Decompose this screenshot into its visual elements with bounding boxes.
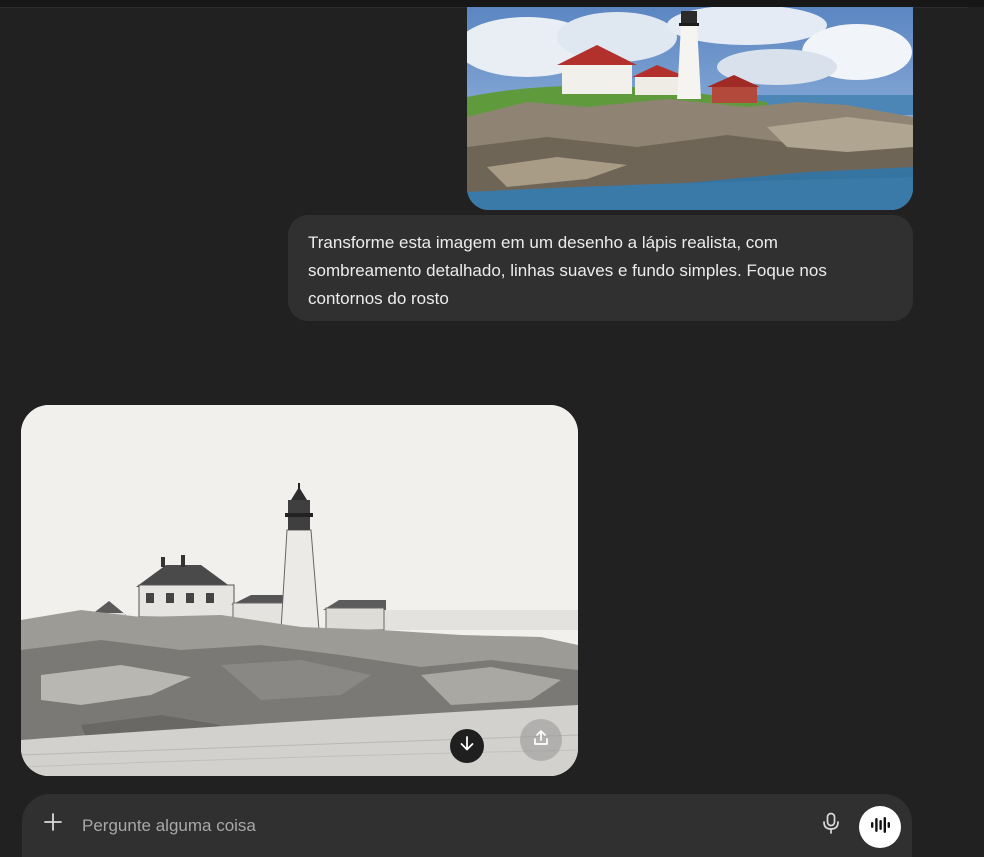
voice-waveform-icon bbox=[869, 815, 891, 840]
download-button[interactable] bbox=[450, 729, 484, 763]
user-uploaded-image[interactable] bbox=[467, 7, 913, 210]
add-attachment-button[interactable] bbox=[40, 811, 66, 837]
share-upload-icon bbox=[531, 728, 551, 753]
message-composer bbox=[22, 794, 912, 857]
prompt-input[interactable] bbox=[82, 812, 782, 840]
scrollbar-track[interactable] bbox=[968, 7, 984, 857]
generated-sketch-image[interactable] bbox=[21, 405, 578, 776]
arrow-down-icon bbox=[458, 735, 476, 758]
user-message-text: Transforme esta imagem em um desenho a l… bbox=[308, 233, 827, 308]
share-button[interactable] bbox=[520, 719, 562, 761]
user-message-bubble: Transforme esta imagem em um desenho a l… bbox=[288, 215, 913, 321]
voice-mode-button[interactable] bbox=[859, 806, 901, 848]
microphone-icon bbox=[821, 812, 841, 839]
dictate-button[interactable] bbox=[819, 812, 843, 839]
plus-icon bbox=[43, 812, 63, 837]
